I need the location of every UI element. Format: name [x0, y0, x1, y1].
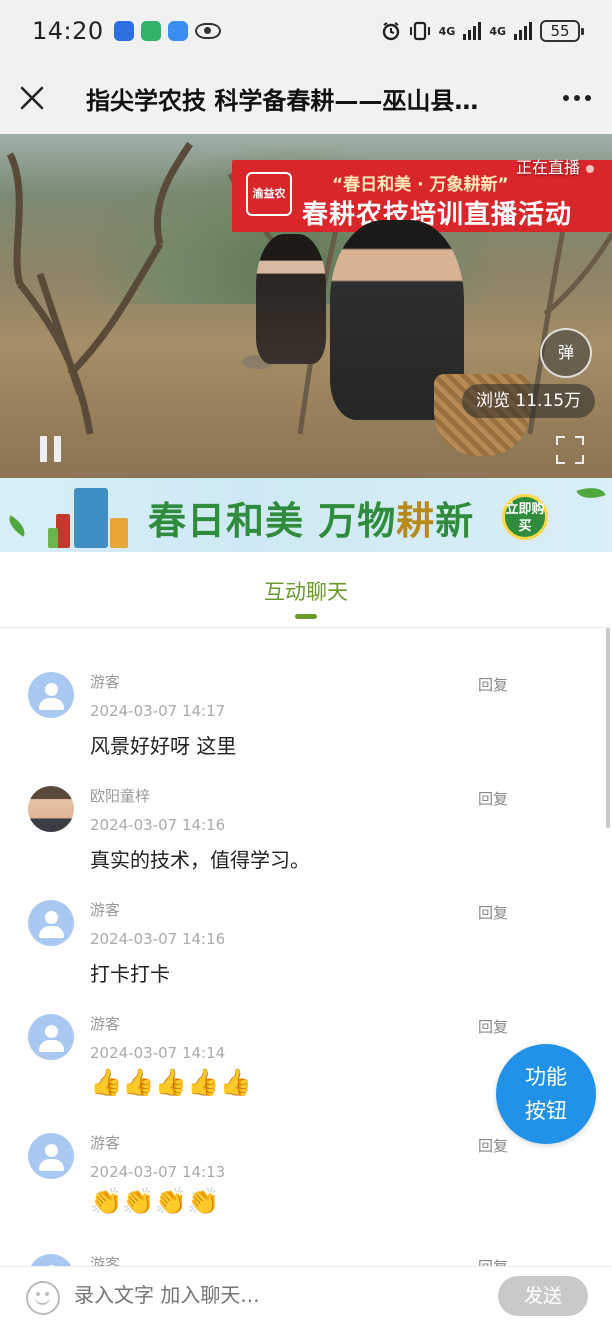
- sender-name: 游客: [90, 1015, 121, 1033]
- message-time: 2024-03-07 14:13: [90, 1163, 226, 1181]
- danmu-label: 弹: [557, 343, 574, 362]
- avatar: [28, 672, 74, 718]
- send-button[interactable]: 发送: [498, 1276, 588, 1316]
- pause-button[interactable]: [40, 436, 64, 462]
- sender-name: 游客: [90, 1134, 121, 1152]
- function-button-line2: 按钮: [525, 1099, 567, 1123]
- reply-button[interactable]: 回复: [478, 674, 508, 695]
- leaf-decoration: [4, 515, 30, 537]
- more-dot-icon: [563, 95, 569, 101]
- scrollbar[interactable]: [606, 628, 610, 828]
- live-dot-icon: [586, 165, 594, 173]
- fullscreen-icon: [556, 455, 565, 464]
- danmu-toggle-button[interactable]: 弹: [540, 328, 592, 378]
- battery-icon: 55: [540, 20, 584, 42]
- sender-name: 游客: [90, 901, 121, 919]
- banner-logo: 渝益农: [246, 172, 292, 216]
- function-button-line1: 功能: [525, 1065, 567, 1089]
- leaf-decoration: [576, 481, 606, 505]
- chat-message: 游客 2024-03-07 14:13 👏👏👏👏 回复: [0, 1089, 560, 1217]
- status-right: 4G 4G 55: [381, 20, 584, 42]
- network-label-2: 4G: [489, 24, 506, 38]
- reply-button[interactable]: 回复: [478, 1256, 508, 1266]
- status-bar: 14:20 4G 4G 55: [0, 0, 612, 62]
- more-button[interactable]: [542, 68, 612, 128]
- message-time: 2024-03-07 14:17: [90, 702, 226, 720]
- fullscreen-icon: [575, 436, 584, 445]
- message-time: 2024-03-07 14:16: [90, 930, 226, 948]
- page-title: 指尖学农技 科学备春耕——巫山县…: [86, 86, 479, 115]
- app-notification-icon: [113, 21, 134, 41]
- chat-message: 游客 2024-03-07 14:14 👍👍👍👍👍 回复: [0, 970, 560, 1098]
- reply-button[interactable]: 回复: [478, 788, 508, 809]
- live-video-player[interactable]: 渝益农 “春日和美 · 万象耕新” 春耕农技培训直播活动 正在直播 弹 浏览 1…: [0, 134, 612, 478]
- sender-name: 游客: [90, 1255, 121, 1266]
- reply-button[interactable]: 回复: [478, 902, 508, 923]
- live-status-text: 正在直播: [515, 158, 580, 177]
- sender-name: 欧阳童梓: [90, 787, 151, 805]
- chat-message: 欧阳童梓 2024-03-07 14:16 真实的技术，值得学习。 回复: [0, 742, 560, 872]
- avatar: [28, 786, 74, 832]
- notification-icons: [113, 21, 221, 41]
- signal-icon: [463, 22, 482, 40]
- pause-icon: [40, 436, 47, 462]
- sender-name: 游客: [90, 673, 121, 691]
- vibrate-icon: [409, 21, 430, 41]
- network-label-1: 4G: [438, 24, 456, 38]
- message-time: 2024-03-07 14:14: [90, 1044, 226, 1062]
- avatar: [28, 900, 74, 946]
- chat-message: 游客 回复: [0, 1210, 560, 1266]
- avatar: [28, 1254, 74, 1266]
- live-status-badge: 正在直播: [516, 154, 594, 178]
- banner-title: 春耕农技培训直播活动: [302, 200, 573, 230]
- pause-icon: [54, 436, 61, 462]
- tab-bar: 互动聊天: [0, 552, 612, 628]
- active-tab-indicator: [295, 614, 317, 619]
- close-button[interactable]: [2, 68, 62, 128]
- fullscreen-icon: [575, 455, 584, 464]
- avatar: [28, 1014, 74, 1060]
- more-dot-icon: [585, 95, 591, 101]
- product-image: [48, 484, 132, 550]
- promo-text-part: 新: [435, 498, 475, 543]
- app-notification-icon: [140, 21, 161, 41]
- avatar: [28, 1133, 74, 1179]
- host-figure: [256, 234, 326, 364]
- promo-text: 春日和美 万物耕新: [148, 490, 474, 545]
- fullscreen-icon: [556, 436, 565, 445]
- nav-bar: 指尖学农技 科学备春耕——巫山县…: [0, 62, 612, 134]
- fullscreen-button[interactable]: [556, 436, 584, 464]
- chat-input-bar: 发送: [0, 1266, 612, 1327]
- view-count-badge: 浏览 11.15万: [462, 384, 596, 418]
- eye-icon: [194, 23, 221, 39]
- emoji-icon[interactable]: [26, 1281, 60, 1315]
- cloud-icon: [167, 21, 188, 41]
- chat-list[interactable]: 游客 2024-03-07 14:17 风景好好呀 这里 回复 欧阳童梓 202…: [0, 628, 612, 1266]
- promo-banner[interactable]: 春日和美 万物耕新 立即购买: [0, 478, 612, 552]
- chat-message: 游客 2024-03-07 14:17 风景好好呀 这里 回复: [0, 628, 560, 758]
- close-icon: [20, 86, 44, 110]
- reply-button[interactable]: 回复: [478, 1135, 508, 1156]
- signal-icon: [514, 22, 532, 40]
- chat-input[interactable]: [74, 1283, 474, 1307]
- status-time: 14:20: [32, 17, 104, 45]
- promo-text-highlight: 耕: [396, 498, 436, 543]
- message-time: 2024-03-07 14:16: [90, 816, 226, 834]
- reply-button[interactable]: 回复: [478, 1016, 508, 1037]
- chat-message: 游客 2024-03-07 14:16 打卡打卡 回复: [0, 856, 560, 986]
- function-button[interactable]: 功能 按钮: [496, 1044, 596, 1144]
- promo-text-part: 春日和美 万物: [148, 498, 397, 543]
- buy-now-button[interactable]: 立即购买: [502, 494, 548, 540]
- banner-subtitle: “春日和美 · 万象耕新”: [332, 175, 509, 195]
- tab-chat[interactable]: 互动聊天: [0, 576, 612, 606]
- more-dot-icon: [574, 95, 580, 101]
- alarm-icon: [382, 22, 399, 41]
